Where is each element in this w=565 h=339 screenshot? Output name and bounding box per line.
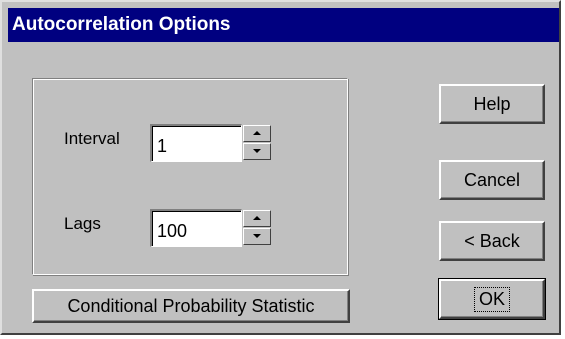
help-button[interactable]: Help — [439, 84, 545, 124]
ok-button-label: OK — [473, 286, 510, 312]
lags-spinner: 100 — [150, 209, 274, 247]
interval-input[interactable]: 1 — [150, 124, 242, 162]
interval-label: Interval — [64, 129, 120, 148]
triangle-down-icon — [253, 149, 261, 153]
triangle-up-icon — [253, 216, 261, 220]
interval-spin-up-button[interactable] — [243, 125, 271, 142]
lags-input[interactable]: 100 — [150, 209, 242, 247]
interval-spinner: 1 — [150, 124, 274, 162]
ok-button[interactable]: OK — [438, 278, 546, 320]
interval-spin-down-button[interactable] — [243, 143, 271, 160]
triangle-up-icon — [253, 131, 261, 135]
autocorrelation-options-dialog: Autocorrelation Options Interval 1 Lags … — [0, 0, 561, 335]
cancel-button[interactable]: Cancel — [439, 160, 545, 200]
lags-spin-down-button[interactable] — [243, 228, 271, 245]
triangle-down-icon — [253, 234, 261, 238]
lags-label: Lags — [64, 214, 101, 233]
lags-spin-up-button[interactable] — [243, 210, 271, 227]
dialog-title: Autocorrelation Options — [8, 8, 559, 42]
back-button[interactable]: < Back — [439, 221, 545, 261]
conditional-probability-statistic-button[interactable]: Conditional Probability Statistic — [32, 289, 350, 323]
